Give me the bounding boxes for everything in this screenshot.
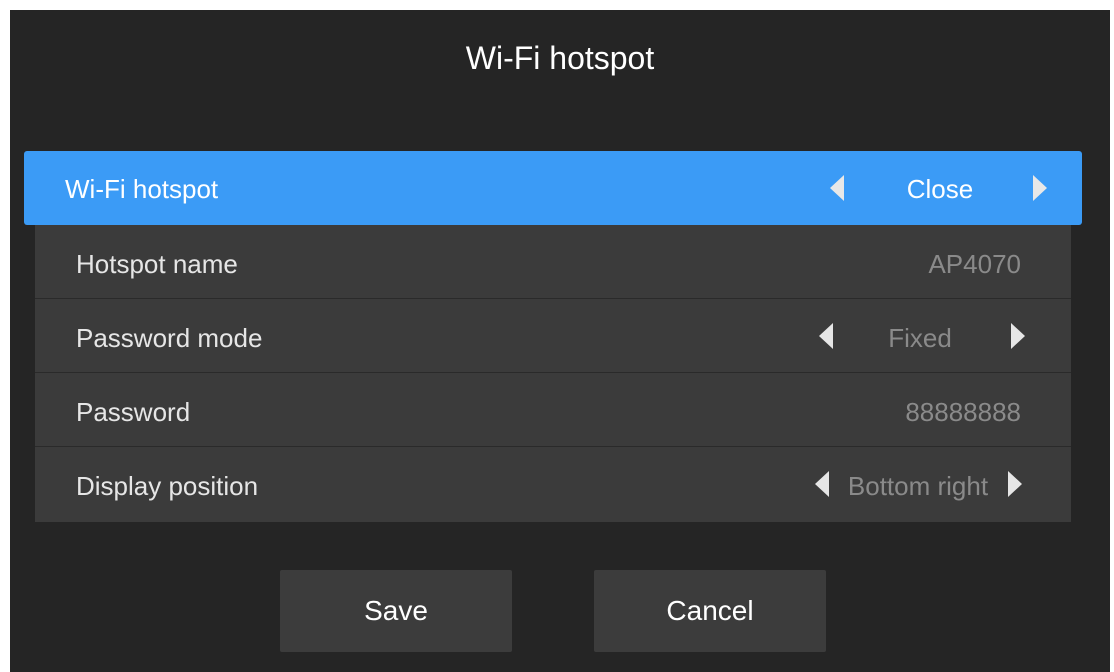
- wifi-hotspot-dialog: Wi-Fi hotspot Wi-Fi hotspot Close Hotspo…: [10, 10, 1110, 672]
- prev-option-icon[interactable]: [830, 175, 844, 201]
- setting-value-display-position: Bottom right: [847, 471, 989, 501]
- settings-list: Hotspot name AP4070 Password mode Fixed …: [35, 225, 1071, 522]
- save-button[interactable]: Save: [280, 570, 512, 652]
- setting-row-password-mode[interactable]: Password mode Fixed: [35, 299, 1071, 373]
- setting-row-password[interactable]: Password 88888888: [35, 373, 1071, 447]
- cancel-button[interactable]: Cancel: [594, 570, 826, 652]
- setting-value-wifi-hotspot: Close: [906, 174, 974, 204]
- setting-value-password: 88888888: [905, 397, 1021, 427]
- setting-row-hotspot-name[interactable]: Hotspot name AP4070: [35, 225, 1071, 299]
- prev-option-icon[interactable]: [815, 471, 829, 497]
- setting-value-password-mode: Fixed: [888, 323, 952, 353]
- next-option-icon[interactable]: [1008, 471, 1022, 497]
- setting-row-wifi-hotspot[interactable]: Wi-Fi hotspot Close: [24, 151, 1082, 225]
- dialog-title: Wi-Fi hotspot: [465, 40, 655, 76]
- setting-label-password-mode: Password mode: [76, 323, 263, 353]
- setting-value-hotspot-name: AP4070: [928, 249, 1021, 279]
- next-option-icon[interactable]: [1033, 175, 1047, 201]
- setting-label-password: Password: [76, 397, 191, 427]
- setting-label-display-position: Display position: [76, 471, 259, 501]
- setting-row-display-position[interactable]: Display position Bottom right: [35, 447, 1071, 521]
- next-option-icon[interactable]: [1011, 323, 1025, 349]
- setting-label-hotspot-name: Hotspot name: [76, 249, 238, 279]
- prev-option-icon[interactable]: [819, 323, 833, 349]
- setting-label-wifi-hotspot: Wi-Fi hotspot: [65, 174, 219, 204]
